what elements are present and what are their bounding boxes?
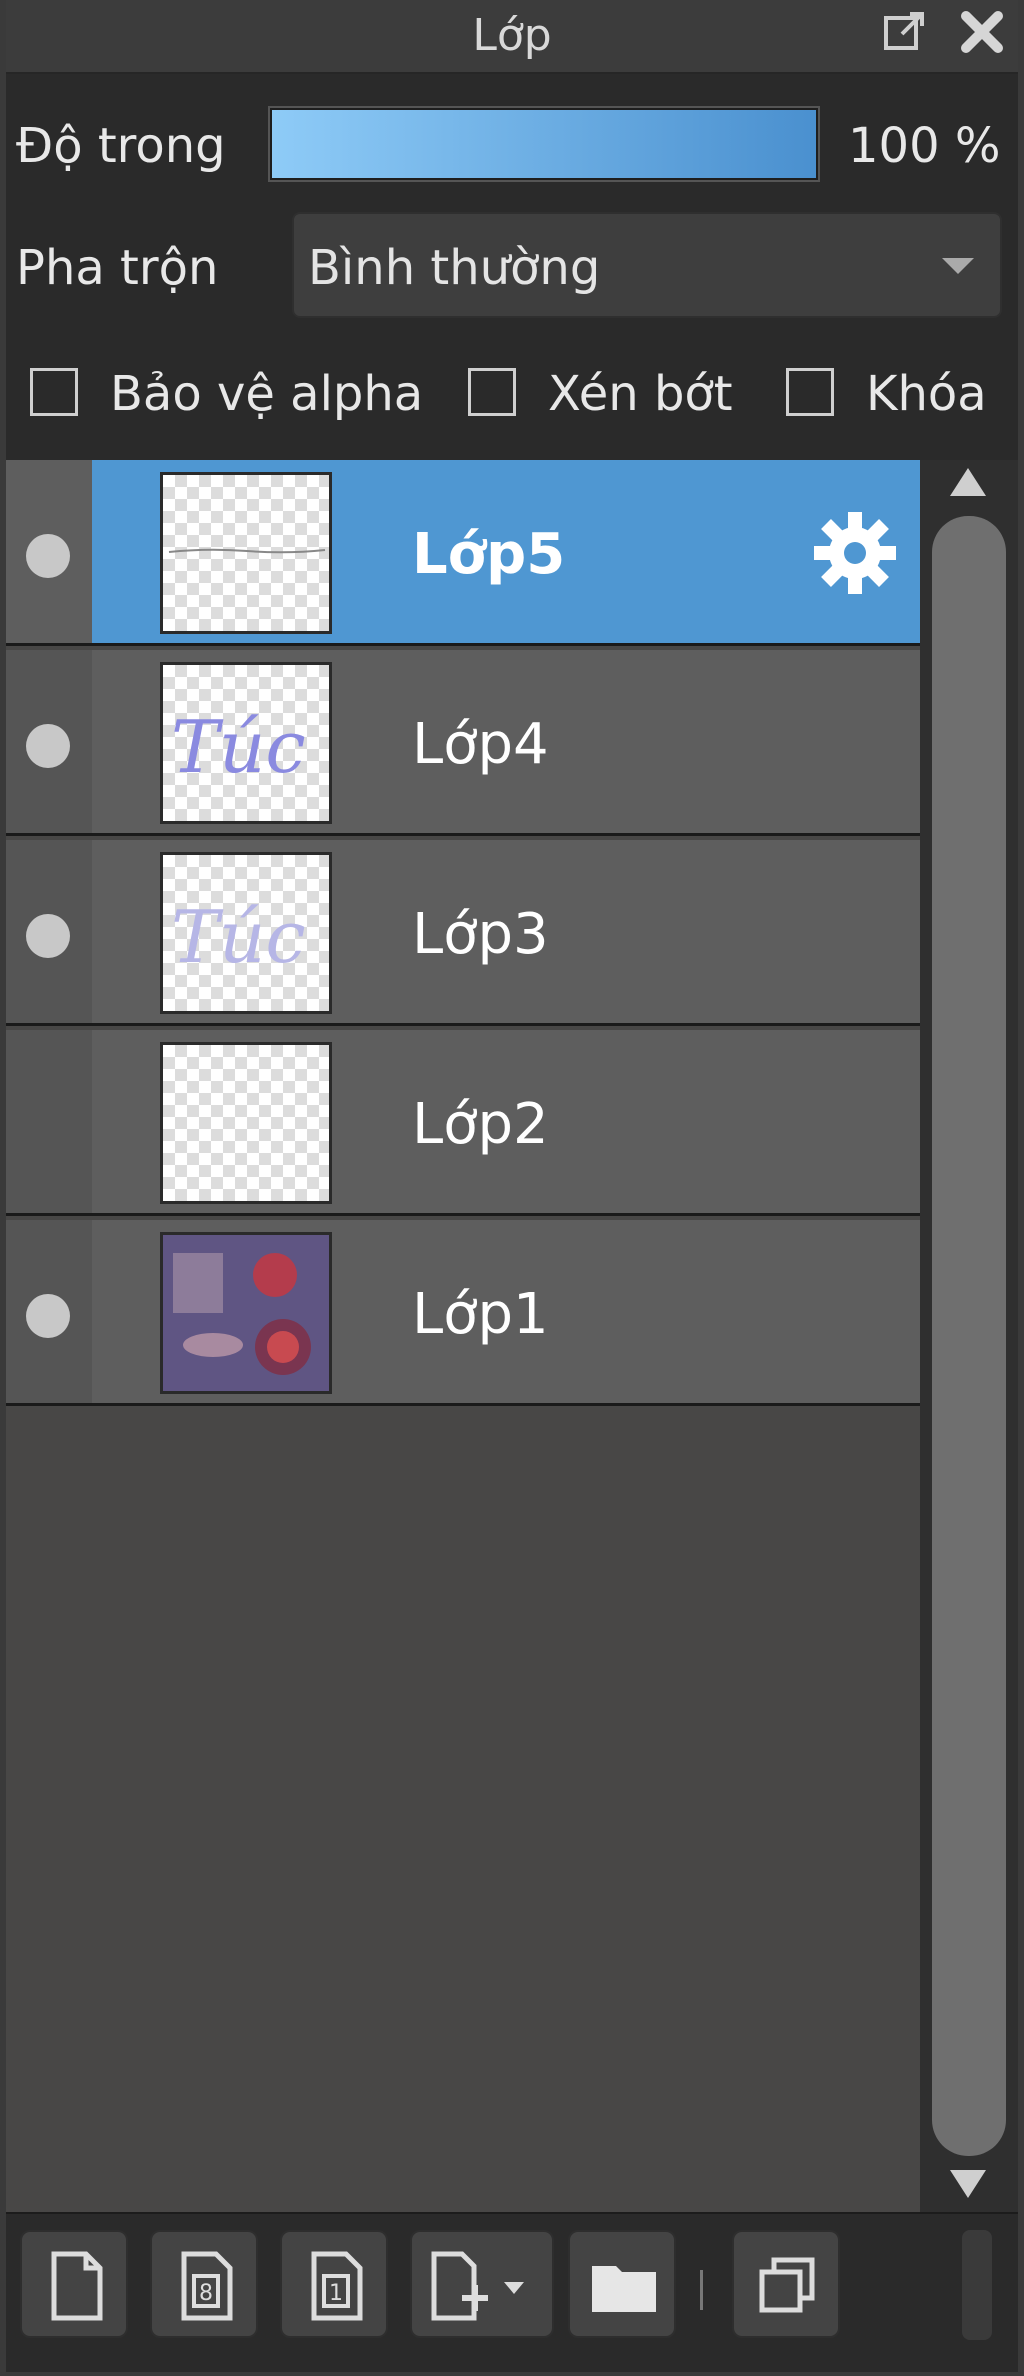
visibility-column[interactable] [6,650,92,833]
duplicate-layer-icon [759,2257,815,2313]
add-layer-menu-button[interactable] [410,2230,554,2338]
visibility-dot-icon[interactable] [26,724,70,768]
visibility-dot-icon[interactable] [26,1294,70,1338]
thumbnail-script-text: Túc [171,705,306,789]
layer-name: Lớp4 [412,712,549,777]
layer-thumbnail [160,472,332,634]
new-folder-button[interactable] [568,2230,676,2338]
layer-thumbnail [160,1232,332,1394]
svg-text:8: 8 [199,2281,213,2306]
layer-thumbnail [160,1042,332,1204]
new-8bit-layer-icon: 8 [181,2251,233,2321]
new-1bit-layer-button[interactable]: 1 [280,2230,388,2338]
checkbox-label: Bảo vệ alpha [110,366,424,422]
lock-checkbox[interactable]: Khóa [786,364,1006,424]
layer-thumbnail: Túc [160,852,332,1014]
layer-list-scrollbar[interactable] [920,460,1018,2212]
panel-title: Lớp [472,10,552,61]
title-bar[interactable]: Lớp [6,0,1018,74]
scrollbar-thumb[interactable] [932,516,1006,2156]
visibility-dot-icon[interactable] [26,914,70,958]
blend-mode-value: Bình thường [308,240,601,296]
popout-icon[interactable] [882,8,928,54]
clipping-checkbox[interactable]: Xén bớt [468,364,748,424]
checkbox-box [468,368,516,416]
visibility-column[interactable] [6,1030,92,1213]
layer-name: Lớp3 [412,902,549,967]
visibility-column[interactable] [6,1220,92,1403]
scroll-down-icon[interactable] [950,2170,986,2198]
gear-icon[interactable] [810,508,900,598]
blend-label: Pha trộn [16,240,219,296]
new-layer-icon [51,2251,103,2321]
visibility-column[interactable] [6,840,92,1023]
close-icon[interactable] [956,6,1008,58]
svg-text:1: 1 [329,2281,343,2306]
layer-row[interactable]: Lớp5 [6,460,920,646]
layer-row[interactable]: Túc Lớp3 [6,840,920,1026]
duplicate-layer-button[interactable] [732,2230,840,2338]
checkbox-label: Xén bớt [548,366,733,422]
new-1bit-layer-icon: 1 [311,2251,363,2321]
layer-thumbnail: Túc [160,662,332,824]
opacity-value: 100 % [848,118,1001,174]
visibility-column[interactable] [6,460,92,643]
layer-list: Lớp5 Túc Lớp4 Túc Lớp3 Lớp2 Lớp1 [6,460,920,2212]
layer-row[interactable]: Lớp1 [6,1220,920,1406]
layer-name: Lớp2 [412,1092,549,1157]
opacity-label: Độ trong [16,118,226,174]
layer-row[interactable]: Túc Lớp4 [6,650,920,836]
toolbar-grip[interactable] [962,2230,992,2340]
layer-panel: Lớp Độ trong 100 % Pha trộn Bình thường … [6,0,1018,2372]
stroke-preview [168,548,326,554]
scroll-up-icon[interactable] [950,468,986,496]
photo-thumbnail-image [163,1235,329,1391]
checkbox-box [786,368,834,416]
checkbox-label: Khóa [866,366,987,422]
layer-name: Lớp1 [412,1282,549,1347]
visibility-dot-icon[interactable] [26,534,70,578]
opacity-slider[interactable] [268,106,820,182]
thumbnail-script-text: Túc [171,895,306,979]
chevron-down-icon [942,258,974,274]
protect-alpha-checkbox[interactable]: Bảo vệ alpha [30,364,430,424]
new-8bit-layer-button[interactable]: 8 [150,2230,258,2338]
add-layer-menu-icon [431,2251,524,2321]
folder-icon [592,2266,656,2312]
blend-mode-select[interactable]: Bình thường [292,212,1002,318]
layer-row[interactable]: Lớp2 [6,1030,920,1216]
opacity-slider-fill [272,110,816,178]
toolbar-separator [700,2270,703,2310]
layer-name: Lớp5 [412,522,566,587]
new-layer-button[interactable] [20,2230,128,2338]
layer-toolbar: 8 1 [6,2212,1018,2372]
checkbox-box [30,368,78,416]
